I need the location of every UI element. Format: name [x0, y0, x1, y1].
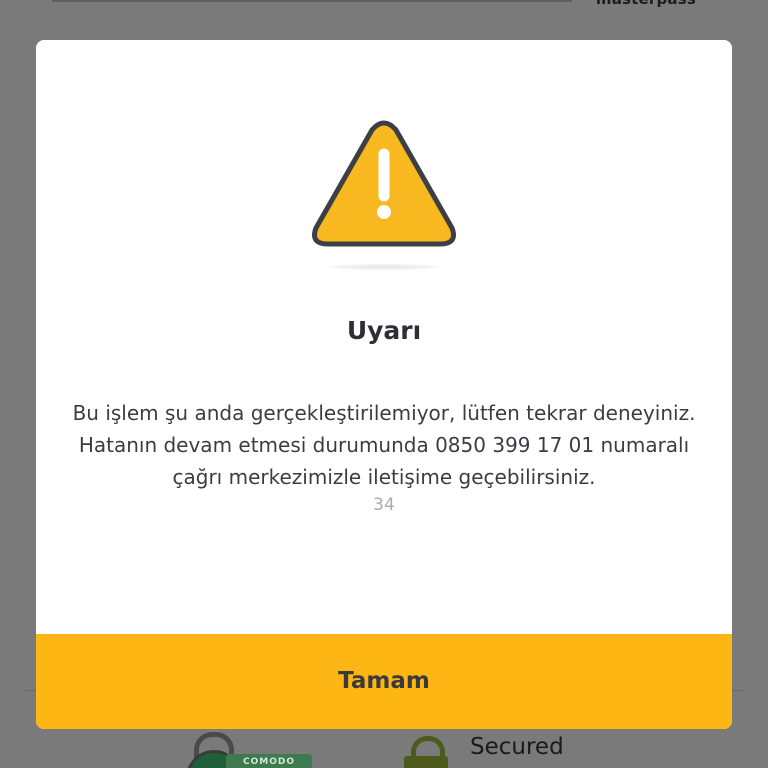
- warning-exclamation-dot: [377, 205, 391, 219]
- ok-button[interactable]: Tamam: [36, 634, 732, 729]
- warning-icon-shadow: [328, 264, 440, 270]
- dialog-message: Bu işlem şu anda gerçekleştirilemiyor, l…: [72, 401, 696, 489]
- background-input-underline: [52, 0, 572, 2]
- comodo-secure-badge: COMODO: [186, 732, 312, 768]
- secured-lock-icon: [404, 736, 448, 768]
- secured-label: Secured: [470, 734, 564, 760]
- comodo-badge-text: COMODO: [226, 754, 312, 768]
- screen: masterpass COMODO Secured Uyarı Bu işlem…: [0, 0, 768, 768]
- dialog-title: Uyarı: [346, 316, 422, 345]
- masterpass-logo-text: masterpass: [596, 0, 696, 8]
- alert-dialog: Uyarı Bu işlem şu anda gerçekleştirilemi…: [36, 40, 732, 729]
- error-code: 34: [373, 495, 395, 515]
- warning-triangle-icon: [312, 120, 456, 247]
- lock-body: [404, 756, 448, 768]
